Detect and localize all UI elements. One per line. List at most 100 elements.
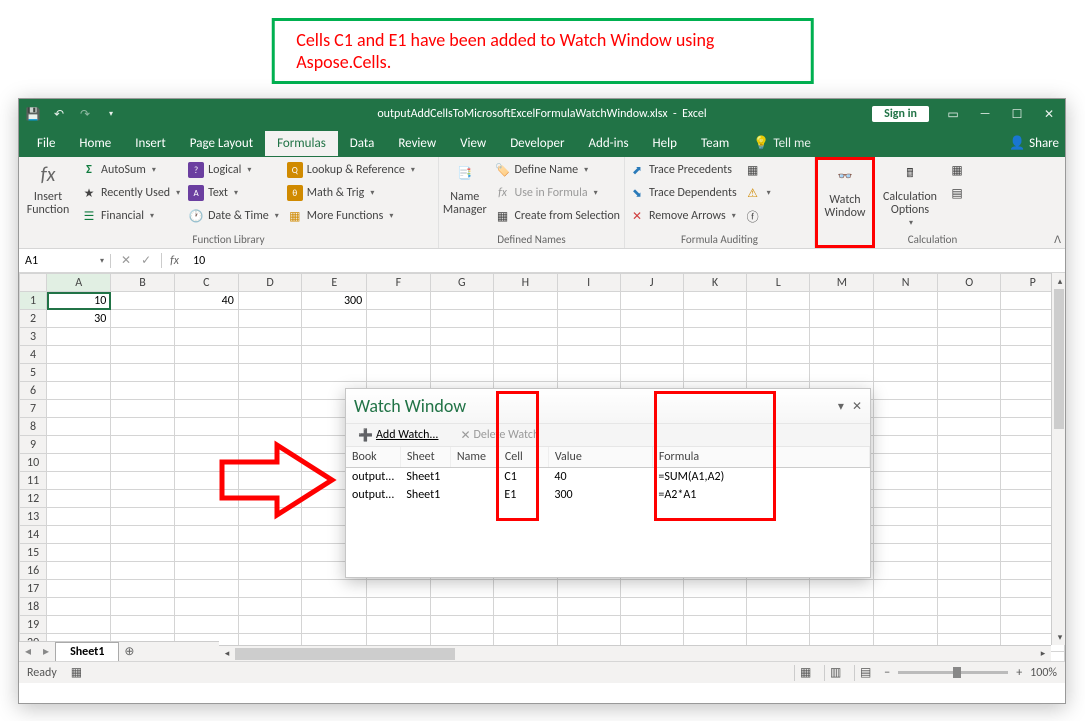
cell-J5[interactable] — [620, 364, 683, 382]
watch-row[interactable]: output... Sheet1 C1 40 =SUM(A1,A2) — [346, 468, 870, 487]
horizontal-scrollbar[interactable]: ◂ ▸ — [219, 645, 1051, 661]
cell-D2[interactable] — [238, 310, 302, 328]
cell-H1[interactable] — [494, 292, 558, 310]
cell-B12[interactable] — [111, 490, 174, 508]
zoom-slider[interactable] — [898, 671, 1008, 674]
cell-N11[interactable] — [874, 472, 938, 490]
fx-label-icon[interactable]: fx — [162, 254, 187, 268]
cell-M5[interactable] — [810, 364, 874, 382]
cell-I18[interactable] — [557, 598, 620, 616]
col-header-N[interactable]: N — [874, 274, 938, 292]
cell-O9[interactable] — [937, 436, 1001, 454]
cell-B18[interactable] — [111, 598, 174, 616]
row-header-7[interactable]: 7 — [20, 400, 47, 418]
row-header-2[interactable]: 2 — [20, 310, 47, 328]
cell-H3[interactable] — [494, 328, 558, 346]
col-header-O[interactable]: O — [937, 274, 1001, 292]
cell-A13[interactable] — [47, 508, 111, 526]
cell-C4[interactable] — [174, 346, 238, 364]
cell-O12[interactable] — [937, 490, 1001, 508]
cell-A18[interactable] — [47, 598, 111, 616]
cell-J4[interactable] — [620, 346, 683, 364]
cell-M17[interactable] — [810, 580, 874, 598]
col-header-L[interactable]: L — [747, 274, 810, 292]
cell-E17[interactable] — [302, 580, 367, 598]
col-header-K[interactable]: K — [683, 274, 746, 292]
cell-E18[interactable] — [302, 598, 367, 616]
more-functions-button[interactable]: ▦More Functions▾ — [287, 206, 415, 226]
cell-C2[interactable] — [174, 310, 238, 328]
cell-L17[interactable] — [747, 580, 810, 598]
row-header-10[interactable]: 10 — [20, 454, 47, 472]
cell-O10[interactable] — [937, 454, 1001, 472]
cell-A7[interactable] — [47, 400, 111, 418]
cell-C19[interactable] — [174, 616, 238, 634]
tab-help[interactable]: Help — [641, 131, 689, 156]
cell-C3[interactable] — [174, 328, 238, 346]
cell-C5[interactable] — [174, 364, 238, 382]
row-header-6[interactable]: 6 — [20, 382, 47, 400]
sheet-nav-next-icon[interactable]: ▸ — [37, 644, 55, 659]
cell-B9[interactable] — [111, 436, 174, 454]
cell-O8[interactable] — [937, 418, 1001, 436]
cell-D1[interactable] — [238, 292, 302, 310]
cell-N7[interactable] — [874, 400, 938, 418]
row-header-9[interactable]: 9 — [20, 436, 47, 454]
cell-A5[interactable] — [47, 364, 111, 382]
cell-C16[interactable] — [174, 562, 238, 580]
cell-J18[interactable] — [620, 598, 683, 616]
cell-G3[interactable] — [430, 328, 494, 346]
cell-F4[interactable] — [367, 346, 430, 364]
tab-insert[interactable]: Insert — [123, 131, 178, 156]
cell-M19[interactable] — [810, 616, 874, 634]
cell-I19[interactable] — [557, 616, 620, 634]
collapse-ribbon-icon[interactable]: ᐱ — [1054, 233, 1061, 246]
row-header-3[interactable]: 3 — [20, 328, 47, 346]
cell-D4[interactable] — [238, 346, 302, 364]
col-formula[interactable]: Formula — [652, 447, 869, 468]
cell-O15[interactable] — [937, 544, 1001, 562]
cell-E5[interactable] — [302, 364, 367, 382]
cell-K18[interactable] — [683, 598, 746, 616]
cell-L3[interactable] — [747, 328, 810, 346]
cell-A15[interactable] — [47, 544, 111, 562]
cell-N12[interactable] — [874, 490, 938, 508]
add-watch-button[interactable]: ➕ Add Watch... — [352, 426, 444, 445]
col-header-D[interactable]: D — [238, 274, 302, 292]
scroll-down-icon[interactable]: ▾ — [1052, 629, 1065, 645]
cell-C7[interactable] — [174, 400, 238, 418]
tell-me-search[interactable]: 💡 Tell me — [753, 136, 811, 151]
watch-window-options-icon[interactable]: ▾ — [838, 399, 844, 414]
cell-G5[interactable] — [430, 364, 494, 382]
lookup-button[interactable]: QLookup & Reference▾ — [287, 160, 415, 180]
cell-I17[interactable] — [557, 580, 620, 598]
vertical-scrollbar[interactable]: ▴ ▾ — [1051, 273, 1065, 645]
cell-F5[interactable] — [367, 364, 430, 382]
ribbon-display-icon[interactable]: ▭ — [945, 107, 961, 122]
calc-now-button[interactable]: ▦ — [949, 160, 965, 180]
cell-N18[interactable] — [874, 598, 938, 616]
cell-J3[interactable] — [620, 328, 683, 346]
row-header-15[interactable]: 15 — [20, 544, 47, 562]
cell-F3[interactable] — [367, 328, 430, 346]
cell-M4[interactable] — [810, 346, 874, 364]
h-scroll-thumb[interactable] — [235, 648, 455, 660]
error-checking-button[interactable]: ⚠▾ — [745, 183, 771, 203]
cell-G2[interactable] — [430, 310, 494, 328]
cell-J1[interactable] — [620, 292, 683, 310]
cell-H19[interactable] — [494, 616, 558, 634]
cell-N17[interactable] — [874, 580, 938, 598]
row-header-8[interactable]: 8 — [20, 418, 47, 436]
formula-input[interactable]: 10 — [187, 254, 1065, 268]
cell-E1[interactable]: 300 — [302, 292, 367, 310]
cell-L4[interactable] — [747, 346, 810, 364]
tab-data[interactable]: Data — [338, 131, 387, 156]
cell-I1[interactable] — [557, 292, 620, 310]
cell-E19[interactable] — [302, 616, 367, 634]
cell-N15[interactable] — [874, 544, 938, 562]
cell-N3[interactable] — [874, 328, 938, 346]
cell-H4[interactable] — [494, 346, 558, 364]
col-header-J[interactable]: J — [620, 274, 683, 292]
watch-window-header[interactable]: Watch Window ▾ ✕ — [346, 389, 870, 423]
cell-O13[interactable] — [937, 508, 1001, 526]
